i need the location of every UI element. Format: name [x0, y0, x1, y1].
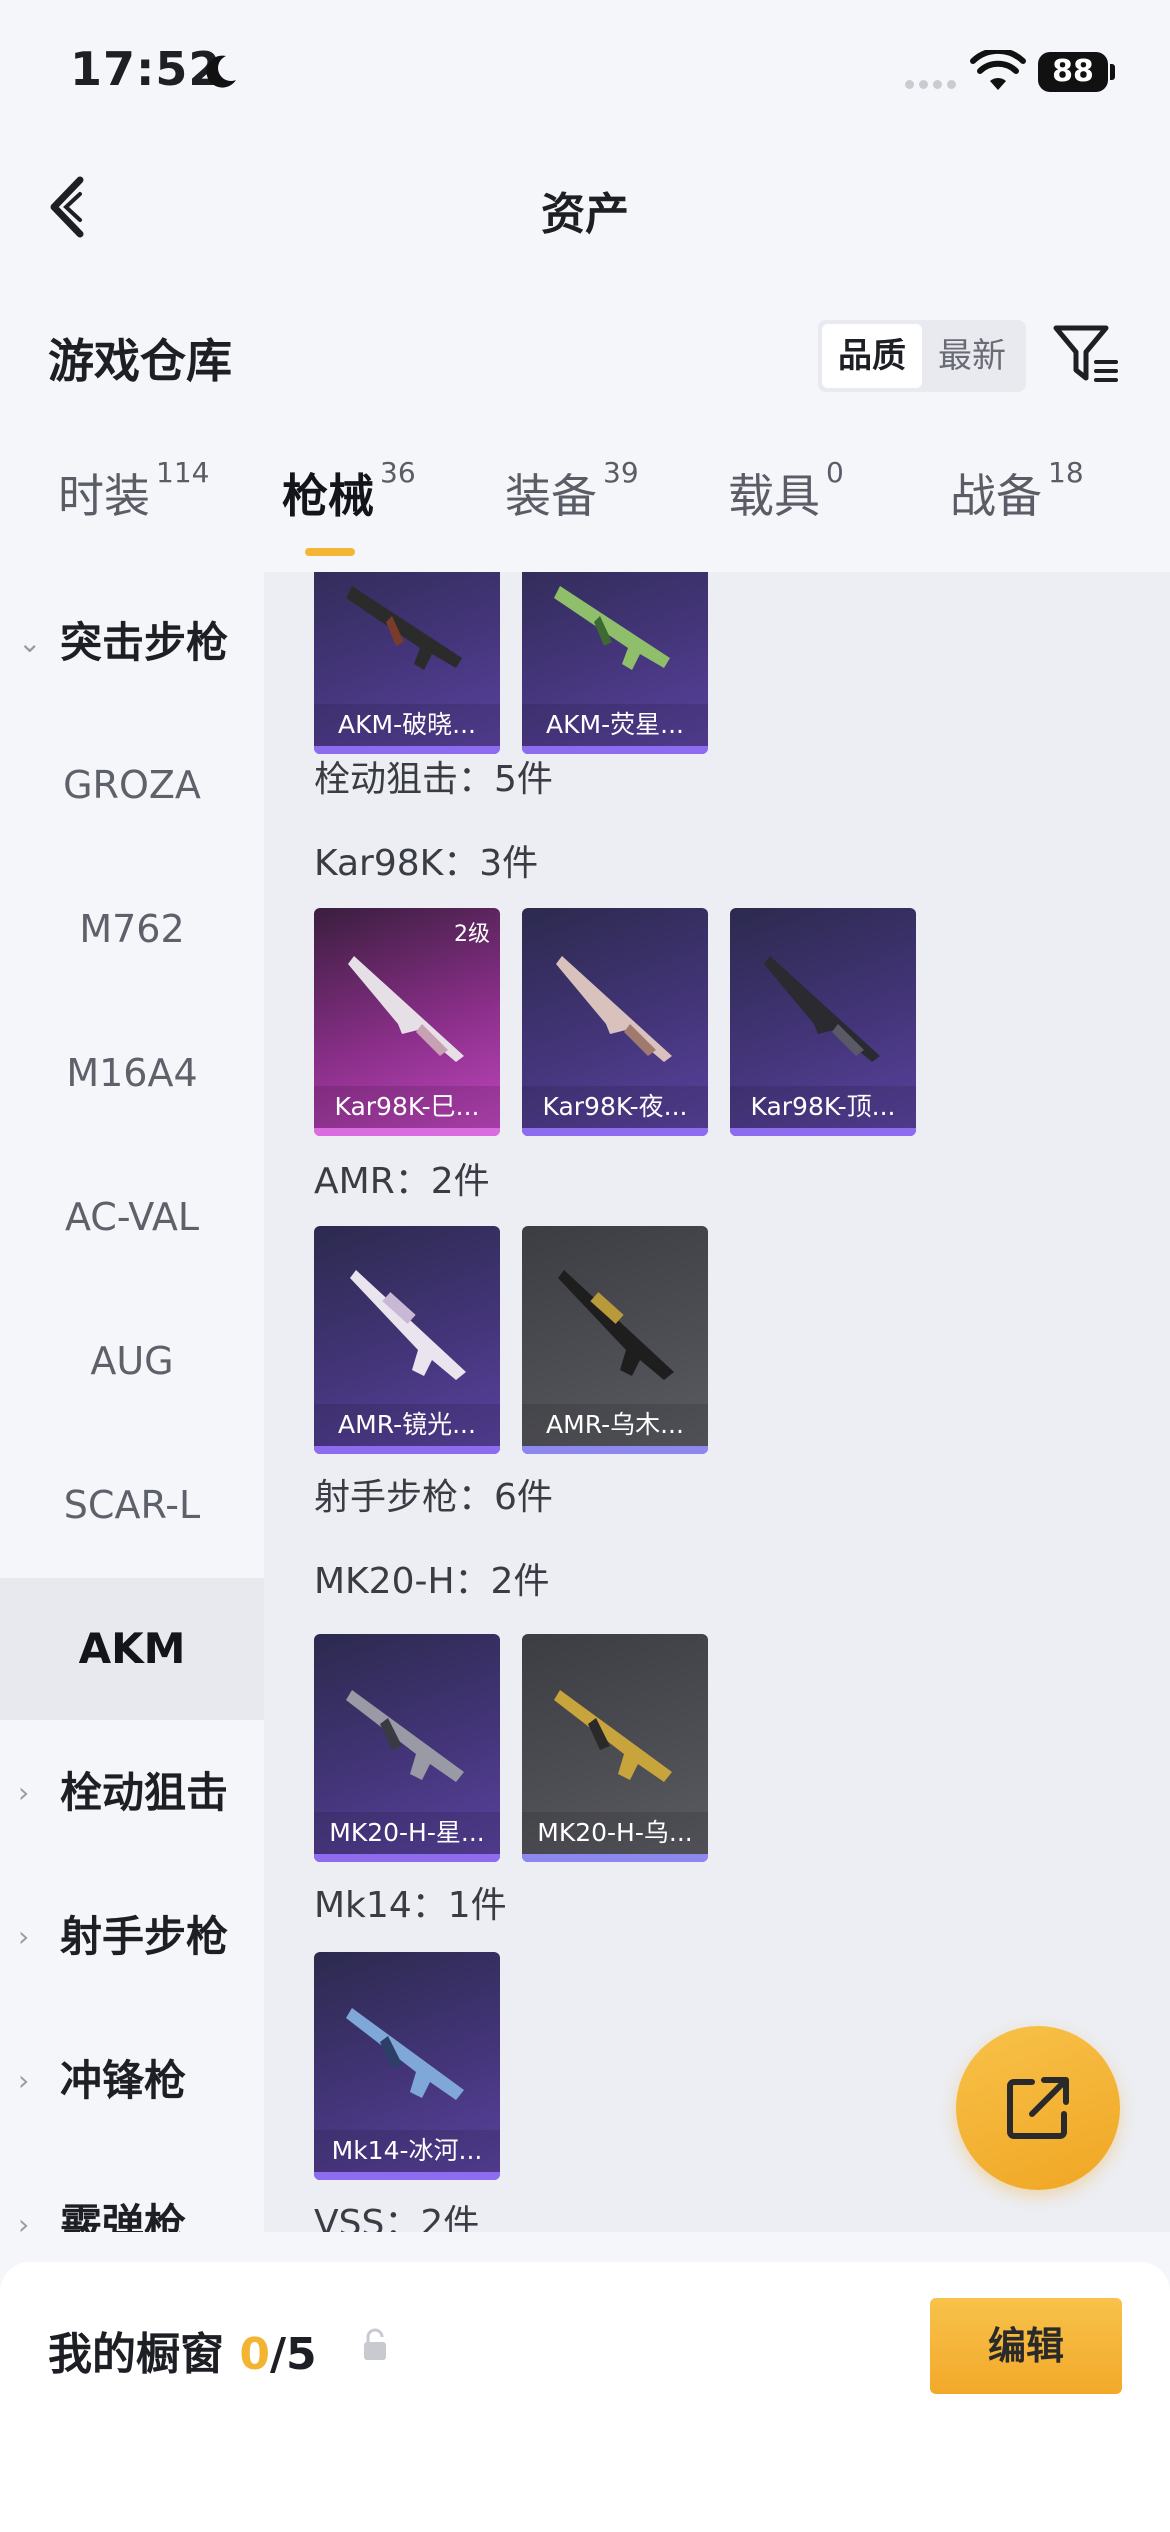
category-sidebar: ⌄ 突击步枪 GROZA M762 M16A4 AC-VAL AUG SCAR-L…	[0, 572, 264, 2232]
chevron-right-icon: ›	[18, 2064, 30, 2097]
wifi-icon	[970, 50, 1026, 90]
item-card[interactable]: AKM-破晓...	[314, 572, 500, 754]
edit-button[interactable]: 编辑	[930, 2298, 1122, 2394]
chevron-down-icon: ⌄	[18, 626, 42, 659]
item-card[interactable]: Kar98K-顶...	[730, 908, 916, 1136]
sidebar-item-groza[interactable]: GROZA	[0, 714, 264, 856]
moon-icon	[206, 55, 236, 88]
chevron-right-icon: ›	[18, 1776, 30, 1809]
sidebar-item-bolt-action-snipers[interactable]: › 栓动狙击	[0, 1722, 264, 1864]
cellular-signal-icon	[905, 80, 956, 89]
chevron-right-icon: ›	[18, 1920, 30, 1953]
sidebar-item-marksman-rifles[interactable]: › 射手步枪	[0, 1866, 264, 2008]
share-button[interactable]	[956, 2026, 1120, 2190]
tab-supplies[interactable]: 战备 18	[950, 456, 1084, 526]
sidebar-item-scar-l[interactable]: SCAR-L	[0, 1434, 264, 1576]
battery-indicator: 88	[1038, 52, 1108, 92]
showcase-bar: 我的橱窗 0/5 编辑	[0, 2262, 1170, 2532]
sort-option-quality[interactable]: 品质	[822, 324, 922, 388]
showcase-title: 我的橱窗 0/5	[48, 2329, 317, 2380]
item-card[interactable]: Mk14-冰河...	[314, 1952, 500, 2180]
sort-toggle: 品质 最新	[818, 320, 1026, 392]
status-bar: 17:52 88	[0, 0, 1170, 140]
active-tab-indicator	[305, 548, 355, 556]
sidebar-item-ac-val[interactable]: AC-VAL	[0, 1146, 264, 1288]
battery-tip	[1110, 64, 1115, 80]
sidebar-item-assault-rifles[interactable]: ⌄ 突击步枪	[0, 572, 264, 714]
item-card[interactable]: 2级 Kar98K-巳...	[314, 908, 500, 1136]
tab-equipment[interactable]: 装备 39	[505, 456, 639, 526]
section-label: VSS：2件	[314, 2203, 480, 2232]
item-card[interactable]: AMR-乌木...	[522, 1226, 708, 1454]
tab-firearms[interactable]: 枪械 36	[282, 456, 416, 526]
rifle-icon	[556, 956, 672, 1062]
rifle-icon	[764, 956, 880, 1062]
item-card[interactable]: Kar98K-夜...	[522, 908, 708, 1136]
rifle-icon	[348, 956, 464, 1062]
chevron-right-icon: ›	[18, 2208, 30, 2232]
section-label: 栓动狙击：5件	[314, 759, 553, 800]
rifle-icon	[554, 1690, 672, 1782]
sniper-rifle-icon	[558, 1270, 674, 1380]
item-card[interactable]: MK20-H-乌...	[522, 1634, 708, 1862]
section-label: 射手步枪：6件	[314, 1477, 553, 1518]
section-label: AMR：2件	[314, 1161, 490, 1202]
page-title: 资产	[541, 189, 629, 240]
rifle-icon	[346, 2008, 464, 2100]
rifle-icon	[346, 1690, 464, 1782]
rifle-icon	[554, 586, 670, 670]
item-card[interactable]: MK20-H-星...	[314, 1634, 500, 1862]
sidebar-item-m762[interactable]: M762	[0, 858, 264, 1000]
sort-option-newest[interactable]: 最新	[922, 324, 1022, 388]
warehouse-title: 游戏仓库	[48, 334, 232, 388]
section-label: MK20-H：2件	[314, 1561, 550, 1602]
section-label: Mk14：1件	[314, 1885, 507, 1926]
showcase-total: /5	[269, 2329, 317, 2380]
status-time: 17:52	[70, 42, 222, 96]
tab-vehicles[interactable]: 载具 0	[728, 456, 844, 526]
sidebar-item-shotguns[interactable]: › 霰弹枪	[0, 2154, 264, 2232]
tab-fashion[interactable]: 时装 114	[58, 456, 209, 526]
sidebar-item-aug[interactable]: AUG	[0, 1290, 264, 1432]
filter-icon[interactable]	[1052, 322, 1118, 386]
category-tabs: 时装 114 枪械 36 装备 39 载具 0 战备 18	[0, 456, 1170, 570]
sniper-rifle-icon	[350, 1270, 466, 1380]
share-external-icon	[1007, 2077, 1069, 2139]
sidebar-item-m16a4[interactable]: M16A4	[0, 1002, 264, 1144]
rifle-icon	[346, 586, 462, 670]
showcase-count: 0	[239, 2329, 270, 2380]
item-grid: AKM-破晓... AKM-荧星... 栓动狙击：5件 Kar98K：3件 2级…	[264, 572, 1170, 2232]
lock-icon	[364, 2328, 386, 2360]
section-label: Kar98K：3件	[314, 843, 539, 884]
item-card[interactable]: AKM-荧星...	[522, 572, 708, 754]
sidebar-item-akm[interactable]: AKM	[0, 1578, 264, 1720]
item-card[interactable]: AMR-镜光...	[314, 1226, 500, 1454]
sidebar-item-smgs[interactable]: › 冲锋枪	[0, 2010, 264, 2152]
